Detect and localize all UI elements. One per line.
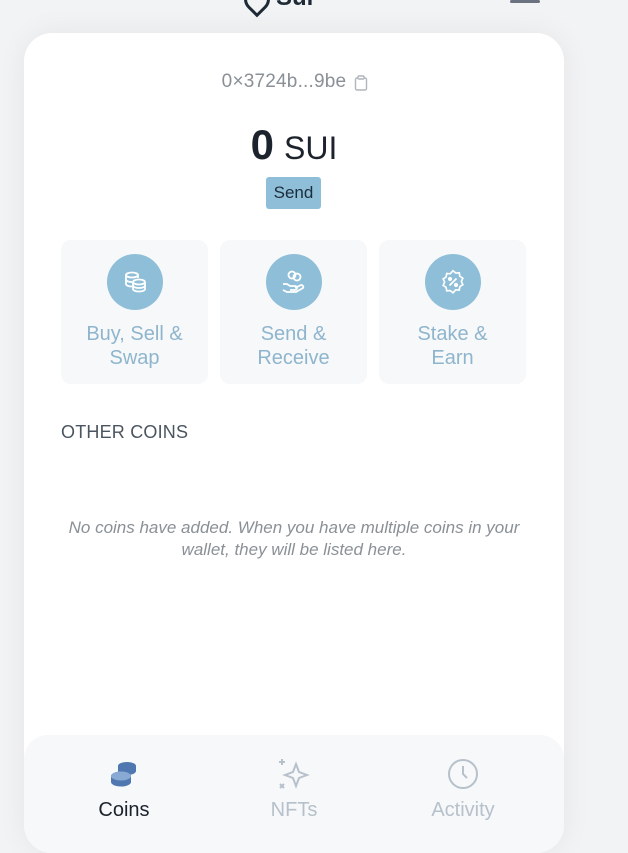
hand-coins-icon xyxy=(265,254,322,310)
empty-coins-message: No coins have added. When you have multi… xyxy=(68,518,520,559)
action-label-line1: Send & xyxy=(260,323,327,345)
action-buy-sell-swap[interactable]: Buy, Sell & Swap xyxy=(61,240,208,384)
address-row: 0×3724b...9be xyxy=(24,71,564,93)
wallet-address: 0×3724b...9be xyxy=(221,71,347,92)
action-stake-earn[interactable]: Stake & Earn xyxy=(379,240,526,384)
clock-icon xyxy=(448,759,478,789)
menu-icon[interactable] xyxy=(510,0,540,6)
balance: 0 SUI xyxy=(24,121,564,169)
action-label-line2: Swap xyxy=(109,347,160,369)
nav-nfts[interactable]: NFTs xyxy=(224,757,364,822)
balance-amount: 0 xyxy=(250,121,274,168)
coins-stack-icon xyxy=(106,254,163,310)
action-label-line1: Buy, Sell & xyxy=(86,323,183,345)
bottom-nav: Coins NFTs Activity xyxy=(24,735,564,853)
copy-icon[interactable] xyxy=(354,75,368,91)
logo-text: Sui xyxy=(276,0,313,12)
nav-coins[interactable]: Coins xyxy=(54,757,194,822)
action-send-receive[interactable]: Send & Receive xyxy=(220,240,367,384)
action-label-line2: Receive xyxy=(257,347,330,369)
nav-coins-label: Coins xyxy=(98,799,150,821)
percent-badge-icon xyxy=(424,254,481,310)
balance-unit: SUI xyxy=(284,130,338,166)
send-button[interactable]: Send xyxy=(266,177,321,209)
sui-drop-icon xyxy=(238,0,276,18)
wallet-card: 0×3724b...9be 0 SUI Send Buy, Sell & Swa… xyxy=(24,33,564,853)
action-label-line1: Stake & xyxy=(417,323,488,345)
sui-logo: Sui xyxy=(238,0,313,18)
nav-activity-label: Activity xyxy=(431,799,495,821)
action-label-line2: Earn xyxy=(431,347,474,369)
quick-actions: Buy, Sell & Swap Send & Receive Stake & … xyxy=(61,240,527,384)
nav-activity[interactable]: Activity xyxy=(393,757,533,822)
top-bar: Sui xyxy=(0,0,628,30)
other-coins-heading: OTHER COINS xyxy=(61,422,189,442)
coins-icon xyxy=(111,762,136,787)
sparkles-icon xyxy=(279,759,310,789)
nav-nfts-label: NFTs xyxy=(270,799,318,821)
